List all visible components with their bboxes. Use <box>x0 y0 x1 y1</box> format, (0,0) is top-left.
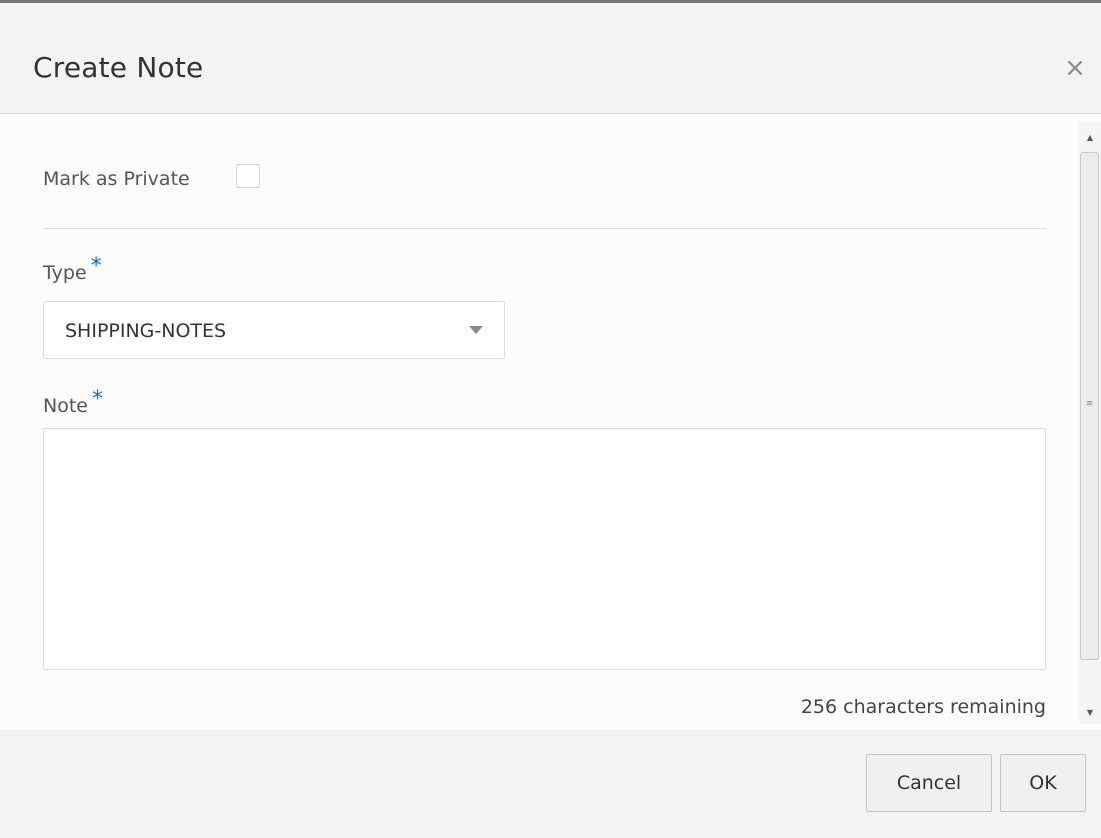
type-select[interactable]: SHIPPING-NOTES <box>43 301 505 359</box>
type-label: Type * <box>43 254 102 285</box>
scrollbar-thumb[interactable]: ≡ <box>1080 152 1099 660</box>
section-divider <box>43 228 1046 229</box>
dialog-header: Create Note × <box>0 3 1101 114</box>
dialog-body: Mark as Private Type * SHIPPING-NOTES Not… <box>0 114 1101 730</box>
cancel-button[interactable]: Cancel <box>866 754 992 812</box>
close-icon[interactable]: × <box>1064 55 1086 81</box>
dialog-footer: Cancel OK <box>0 730 1101 838</box>
dialog-title: Create Note <box>33 51 204 84</box>
scroll-up-arrow-icon[interactable]: ▲ <box>1084 132 1096 144</box>
note-label-text: Note <box>43 395 88 417</box>
note-textarea[interactable] <box>43 428 1046 670</box>
note-label: Note * <box>43 387 103 418</box>
mark-private-checkbox[interactable] <box>236 164 260 188</box>
type-select-value: SHIPPING-NOTES <box>65 320 227 342</box>
triangle-down-icon <box>469 326 483 334</box>
required-asterisk: * <box>90 254 102 279</box>
characters-remaining: 256 characters remaining <box>800 696 1046 718</box>
scroll-down-arrow-icon[interactable]: ▼ <box>1084 707 1096 719</box>
grip-icon: ≡ <box>1085 399 1094 409</box>
ok-button[interactable]: OK <box>1000 754 1086 812</box>
type-label-text: Type <box>43 262 87 284</box>
mark-private-label: Mark as Private <box>43 168 190 190</box>
required-asterisk: * <box>91 387 103 412</box>
create-note-dialog: Create Note × Mark as Private Type * SHIP… <box>0 0 1101 838</box>
vertical-scrollbar[interactable]: ▲ ≡ ▼ <box>1079 122 1101 724</box>
